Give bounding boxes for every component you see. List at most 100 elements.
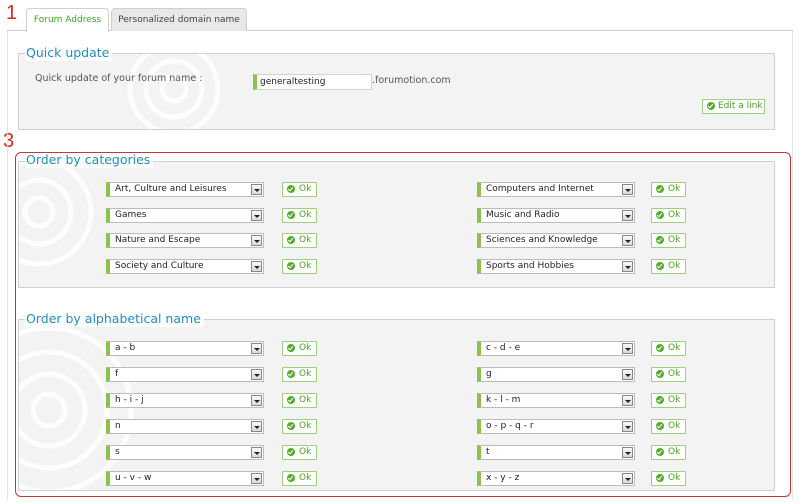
chevron-down-icon[interactable] <box>251 235 262 246</box>
chevron-down-icon[interactable] <box>622 473 633 484</box>
ok-button[interactable]: Ok <box>651 367 686 382</box>
category-select[interactable]: n <box>106 419 264 434</box>
ok-label: Ok <box>299 235 312 245</box>
ok-button[interactable]: Ok <box>651 233 686 248</box>
check-icon <box>287 344 295 352</box>
chevron-down-icon[interactable] <box>251 260 262 272</box>
ok-label: Ok <box>299 421 312 431</box>
ok-button[interactable]: Ok <box>282 341 317 356</box>
ok-label: Ok <box>299 447 312 457</box>
ok-button[interactable]: Ok <box>282 471 317 486</box>
ok-label: Ok <box>668 473 681 483</box>
chevron-down-icon[interactable] <box>251 343 262 354</box>
chevron-down-icon[interactable] <box>251 421 262 432</box>
ok-button[interactable]: Ok <box>282 393 317 408</box>
chevron-down-icon[interactable] <box>622 369 633 380</box>
ok-button[interactable]: Ok <box>282 182 317 197</box>
chevron-down-icon[interactable] <box>251 184 262 195</box>
ok-button[interactable]: Ok <box>651 471 686 486</box>
chevron-down-icon[interactable] <box>622 395 633 406</box>
ok-label: Ok <box>668 343 681 353</box>
chevron-down-icon[interactable] <box>622 235 633 246</box>
quick-update-title: Quick update <box>25 45 113 61</box>
ok-button[interactable]: Ok <box>282 367 317 382</box>
chevron-down-icon[interactable] <box>251 209 262 221</box>
category-select[interactable]: Nature and Escape <box>106 233 264 248</box>
select-value: n <box>115 421 121 431</box>
select-value: f <box>115 369 119 379</box>
category-select[interactable]: g <box>477 367 635 382</box>
chevron-down-icon[interactable] <box>622 343 633 354</box>
quick-update-label: Quick update of your forum name : <box>35 73 203 84</box>
category-select[interactable]: Society and Culture <box>106 258 264 274</box>
ok-button[interactable]: Ok <box>651 258 686 274</box>
ok-button[interactable]: Ok <box>651 341 686 356</box>
category-select[interactable]: x - y - z <box>477 471 635 486</box>
ok-button[interactable]: Ok <box>651 419 686 434</box>
check-icon <box>287 448 295 456</box>
ok-button[interactable]: Ok <box>282 258 317 274</box>
select-value: g <box>486 369 492 379</box>
ok-button[interactable]: Ok <box>282 233 317 248</box>
ok-button[interactable]: Ok <box>282 207 317 223</box>
edit-link-button[interactable]: Edit a link <box>702 99 765 114</box>
category-select[interactable]: h - i - j <box>106 393 264 408</box>
chevron-down-icon[interactable] <box>622 184 633 195</box>
tab-forum-address[interactable]: Forum Address <box>26 8 109 32</box>
category-select[interactable]: Sciences and Knowledge <box>477 233 635 248</box>
chevron-down-icon[interactable] <box>622 260 633 272</box>
check-icon <box>287 210 295 219</box>
category-select[interactable]: o - p - q - r <box>477 419 635 434</box>
ok-button[interactable]: Ok <box>651 393 686 408</box>
category-select[interactable]: Sports and Hobbies <box>477 258 635 274</box>
select-value: k - l - m <box>486 395 521 405</box>
check-icon <box>287 261 295 270</box>
chevron-down-icon[interactable] <box>622 209 633 221</box>
ok-button[interactable]: Ok <box>651 207 686 223</box>
ok-label: Ok <box>668 209 681 220</box>
chevron-down-icon[interactable] <box>251 369 262 380</box>
select-value: c - d - e <box>486 343 521 353</box>
chevron-down-icon[interactable] <box>251 473 262 484</box>
category-select[interactable]: a - b <box>106 341 264 356</box>
check-icon <box>656 474 664 482</box>
select-value: x - y - z <box>486 473 520 483</box>
select-value: Sports and Hobbies <box>486 260 574 271</box>
check-icon <box>287 474 295 482</box>
forum-name-input[interactable]: generaltesting <box>253 74 372 90</box>
chevron-down-icon[interactable] <box>622 421 633 432</box>
tab-personalized-domain[interactable]: Personalized domain name <box>111 8 247 31</box>
chevron-down-icon[interactable] <box>622 447 633 458</box>
ok-button[interactable]: Ok <box>282 419 317 434</box>
ok-label: Ok <box>668 235 681 245</box>
check-icon <box>656 261 664 270</box>
check-icon <box>287 236 295 244</box>
category-select[interactable]: c - d - e <box>477 341 635 356</box>
select-value: h - i - j <box>115 395 144 405</box>
category-select[interactable]: k - l - m <box>477 393 635 408</box>
select-value: Nature and Escape <box>115 235 201 245</box>
chevron-down-icon[interactable] <box>251 447 262 458</box>
category-select[interactable]: t <box>477 445 635 460</box>
select-value: Art, Culture and Leisures <box>115 184 227 194</box>
ok-button[interactable]: Ok <box>651 182 686 197</box>
category-select[interactable]: f <box>106 367 264 382</box>
chevron-down-icon[interactable] <box>251 395 262 406</box>
category-select[interactable]: Art, Culture and Leisures <box>106 182 264 197</box>
domain-suffix: .forumotion.com <box>372 75 451 86</box>
ok-button[interactable]: Ok <box>651 445 686 460</box>
check-icon <box>656 185 664 193</box>
select-value: a - b <box>115 343 136 353</box>
select-value: Music and Radio <box>486 209 560 220</box>
category-select[interactable]: s <box>106 445 264 460</box>
select-value: o - p - q - r <box>486 421 534 431</box>
select-value: t <box>486 447 490 457</box>
category-select[interactable]: Music and Radio <box>477 207 635 223</box>
check-icon <box>656 422 664 430</box>
category-select[interactable]: Computers and Internet <box>477 182 635 197</box>
ok-label: Ok <box>299 343 312 353</box>
category-select[interactable]: Games <box>106 207 264 223</box>
ok-button[interactable]: Ok <box>282 445 317 460</box>
category-select[interactable]: u - v - w <box>106 471 264 486</box>
select-value: Society and Culture <box>115 260 204 271</box>
